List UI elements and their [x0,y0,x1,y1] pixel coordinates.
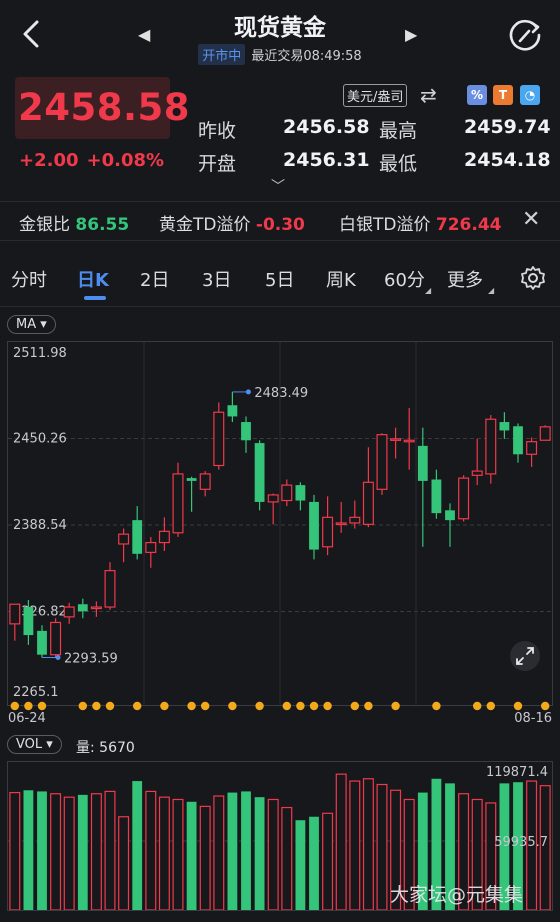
event-marker [92,701,101,711]
candle-body-down [309,501,319,550]
volume-amount: 量: 5670 [76,740,135,756]
event-marker [309,701,319,711]
candle-body-down [431,479,442,514]
candle-body-up [145,541,157,553]
candle-body-up [390,438,402,441]
max-dot [245,389,251,395]
candle-body-down [241,422,251,441]
max-price-label: 2483.49 [254,386,308,401]
event-marker [432,701,441,711]
candle-body-down [37,630,47,655]
event-marker [78,701,88,711]
min-price-label: 2293.59 [64,651,118,666]
event-marker [133,701,142,711]
event-marker [228,701,237,711]
candle-body-down [445,510,455,521]
candle-body-up [90,606,102,610]
event-marker [24,701,33,711]
event-marker [201,701,210,711]
y-tick-label: 2265.1 [13,685,59,700]
candle-body-up [458,477,470,520]
y-tick-label: 2388.54 [13,518,67,533]
candle-body-up [335,522,347,526]
event-marker [10,701,19,711]
event-marker [282,701,291,711]
candle-body-down [227,405,238,417]
candle-body-down [186,478,197,481]
event-marker [187,701,196,711]
candle-body-up [403,439,415,443]
event-marker [105,701,115,711]
candle-body-up [362,481,374,525]
event-marker [255,701,264,711]
x-end-label: 08-16 [514,711,552,726]
candle-body-up [281,484,293,502]
event-marker [350,701,359,711]
y-tick-label: 2326.82 [13,605,67,620]
candle-body-up [158,530,170,544]
candle-body-up [172,473,184,534]
candle-body-up [9,603,21,625]
candle-body-down [513,426,523,455]
candle-body-up [63,606,75,618]
candle-body-up [471,470,483,476]
candle-body-up [485,418,497,475]
event-marker [513,701,523,711]
vol-label: VOL [16,737,43,752]
fullscreen-button[interactable] [510,641,540,671]
candle-body-down [132,520,143,554]
candle-body-up [322,516,334,548]
candle-body-up [526,441,538,455]
candle-body-down [77,604,88,612]
candle-body-up [539,426,551,441]
vol-indicator-button[interactable]: VOL ▾ [7,735,62,754]
candle-body-up [199,473,211,490]
event-marker [473,701,482,711]
expand-icon [516,647,534,665]
event-marker [486,701,495,711]
candle-body-up [349,516,361,524]
candle-body-up [376,434,388,490]
x-start-label: 06-24 [8,711,46,726]
candle-body-down [254,443,265,502]
event-marker [160,701,169,711]
candle-body-down [499,422,510,431]
watermark: 大家坛@元集集 [390,884,524,906]
y-tick-label: 2450.26 [13,432,67,447]
candle-body-up [213,411,225,467]
candle-body-down [417,445,428,481]
event-marker [364,701,373,711]
min-dot [55,654,61,660]
event-marker [37,701,47,711]
event-marker [323,701,332,711]
candle-body-down [295,485,306,501]
event-marker [541,701,550,711]
event-marker [296,701,305,711]
y-tick-label: 2511.98 [13,346,67,361]
candle-body-up [118,533,130,545]
event-marker [391,701,400,711]
candle-body-up [267,494,279,503]
candle-body-up [50,621,62,656]
candle-body-up [104,570,116,608]
candle-body-down [23,607,34,636]
